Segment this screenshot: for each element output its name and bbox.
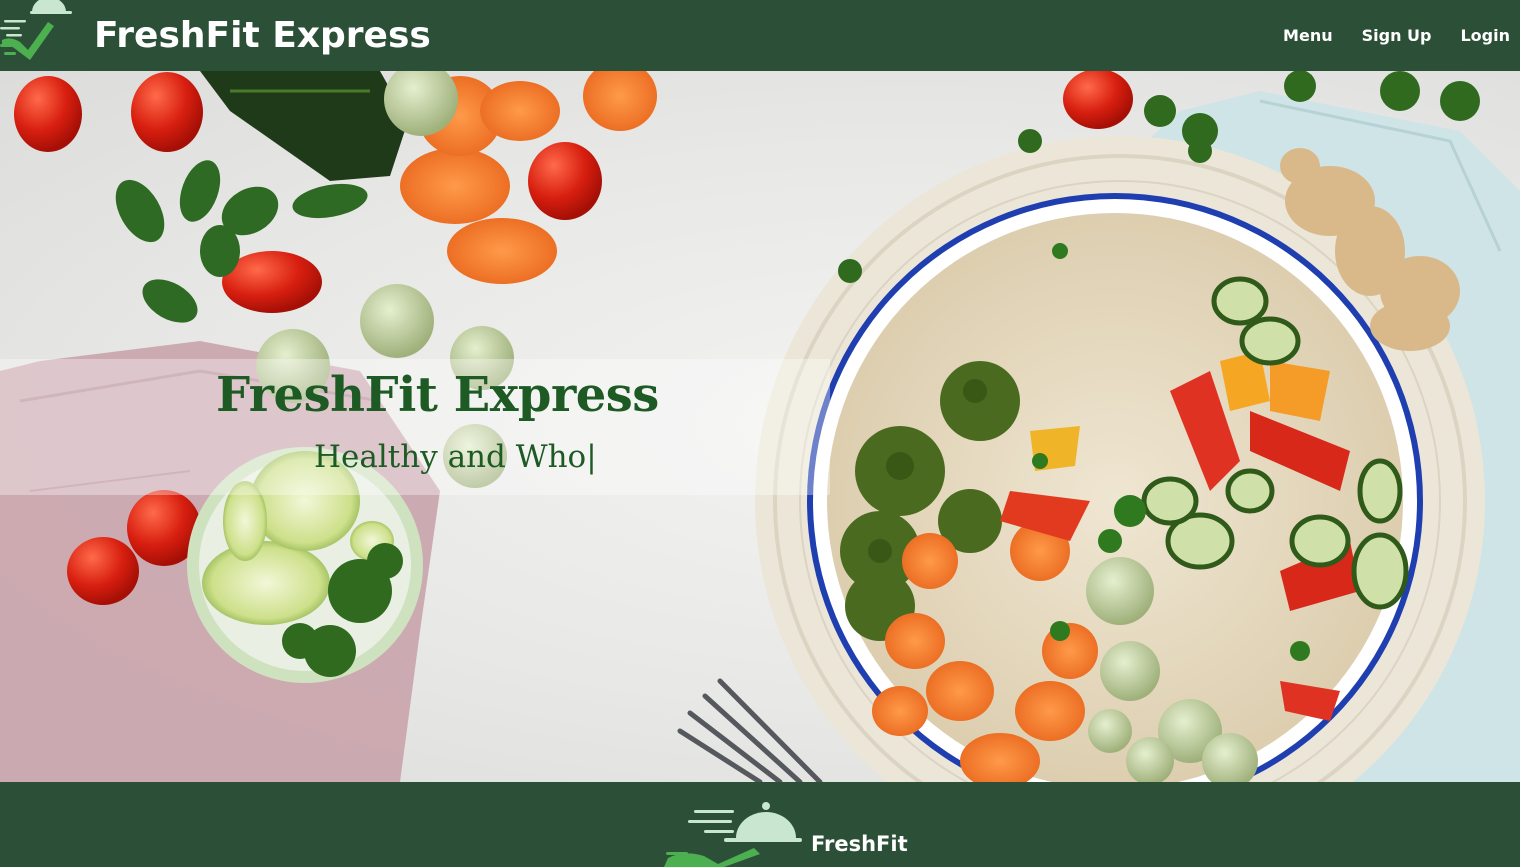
hero-typing-subtitle: Healthy and Who| — [314, 439, 597, 475]
footer: FreshFit — [0, 782, 1520, 867]
food-delivery-logo-icon — [664, 800, 804, 867]
main-nav: Menu Sign Up Login — [1254, 26, 1520, 45]
top-navbar: FreshFit Express Menu Sign Up Login — [0, 0, 1520, 71]
nav-signup-link[interactable]: Sign Up — [1362, 26, 1432, 45]
food-delivery-logo-icon — [0, 0, 80, 71]
brand-link[interactable]: FreshFit Express — [0, 0, 431, 71]
nav-login-link[interactable]: Login — [1460, 26, 1510, 45]
brand-name: FreshFit Express — [94, 15, 431, 56]
nav-menu-link[interactable]: Menu — [1283, 26, 1333, 45]
hero-title: FreshFit Express — [216, 367, 659, 423]
footer-brand-name: FreshFit — [811, 832, 908, 856]
hero-subtitle-text: Healthy and Who| — [314, 439, 597, 475]
hero-section: FreshFit Express Healthy and Who| — [0, 71, 1520, 782]
